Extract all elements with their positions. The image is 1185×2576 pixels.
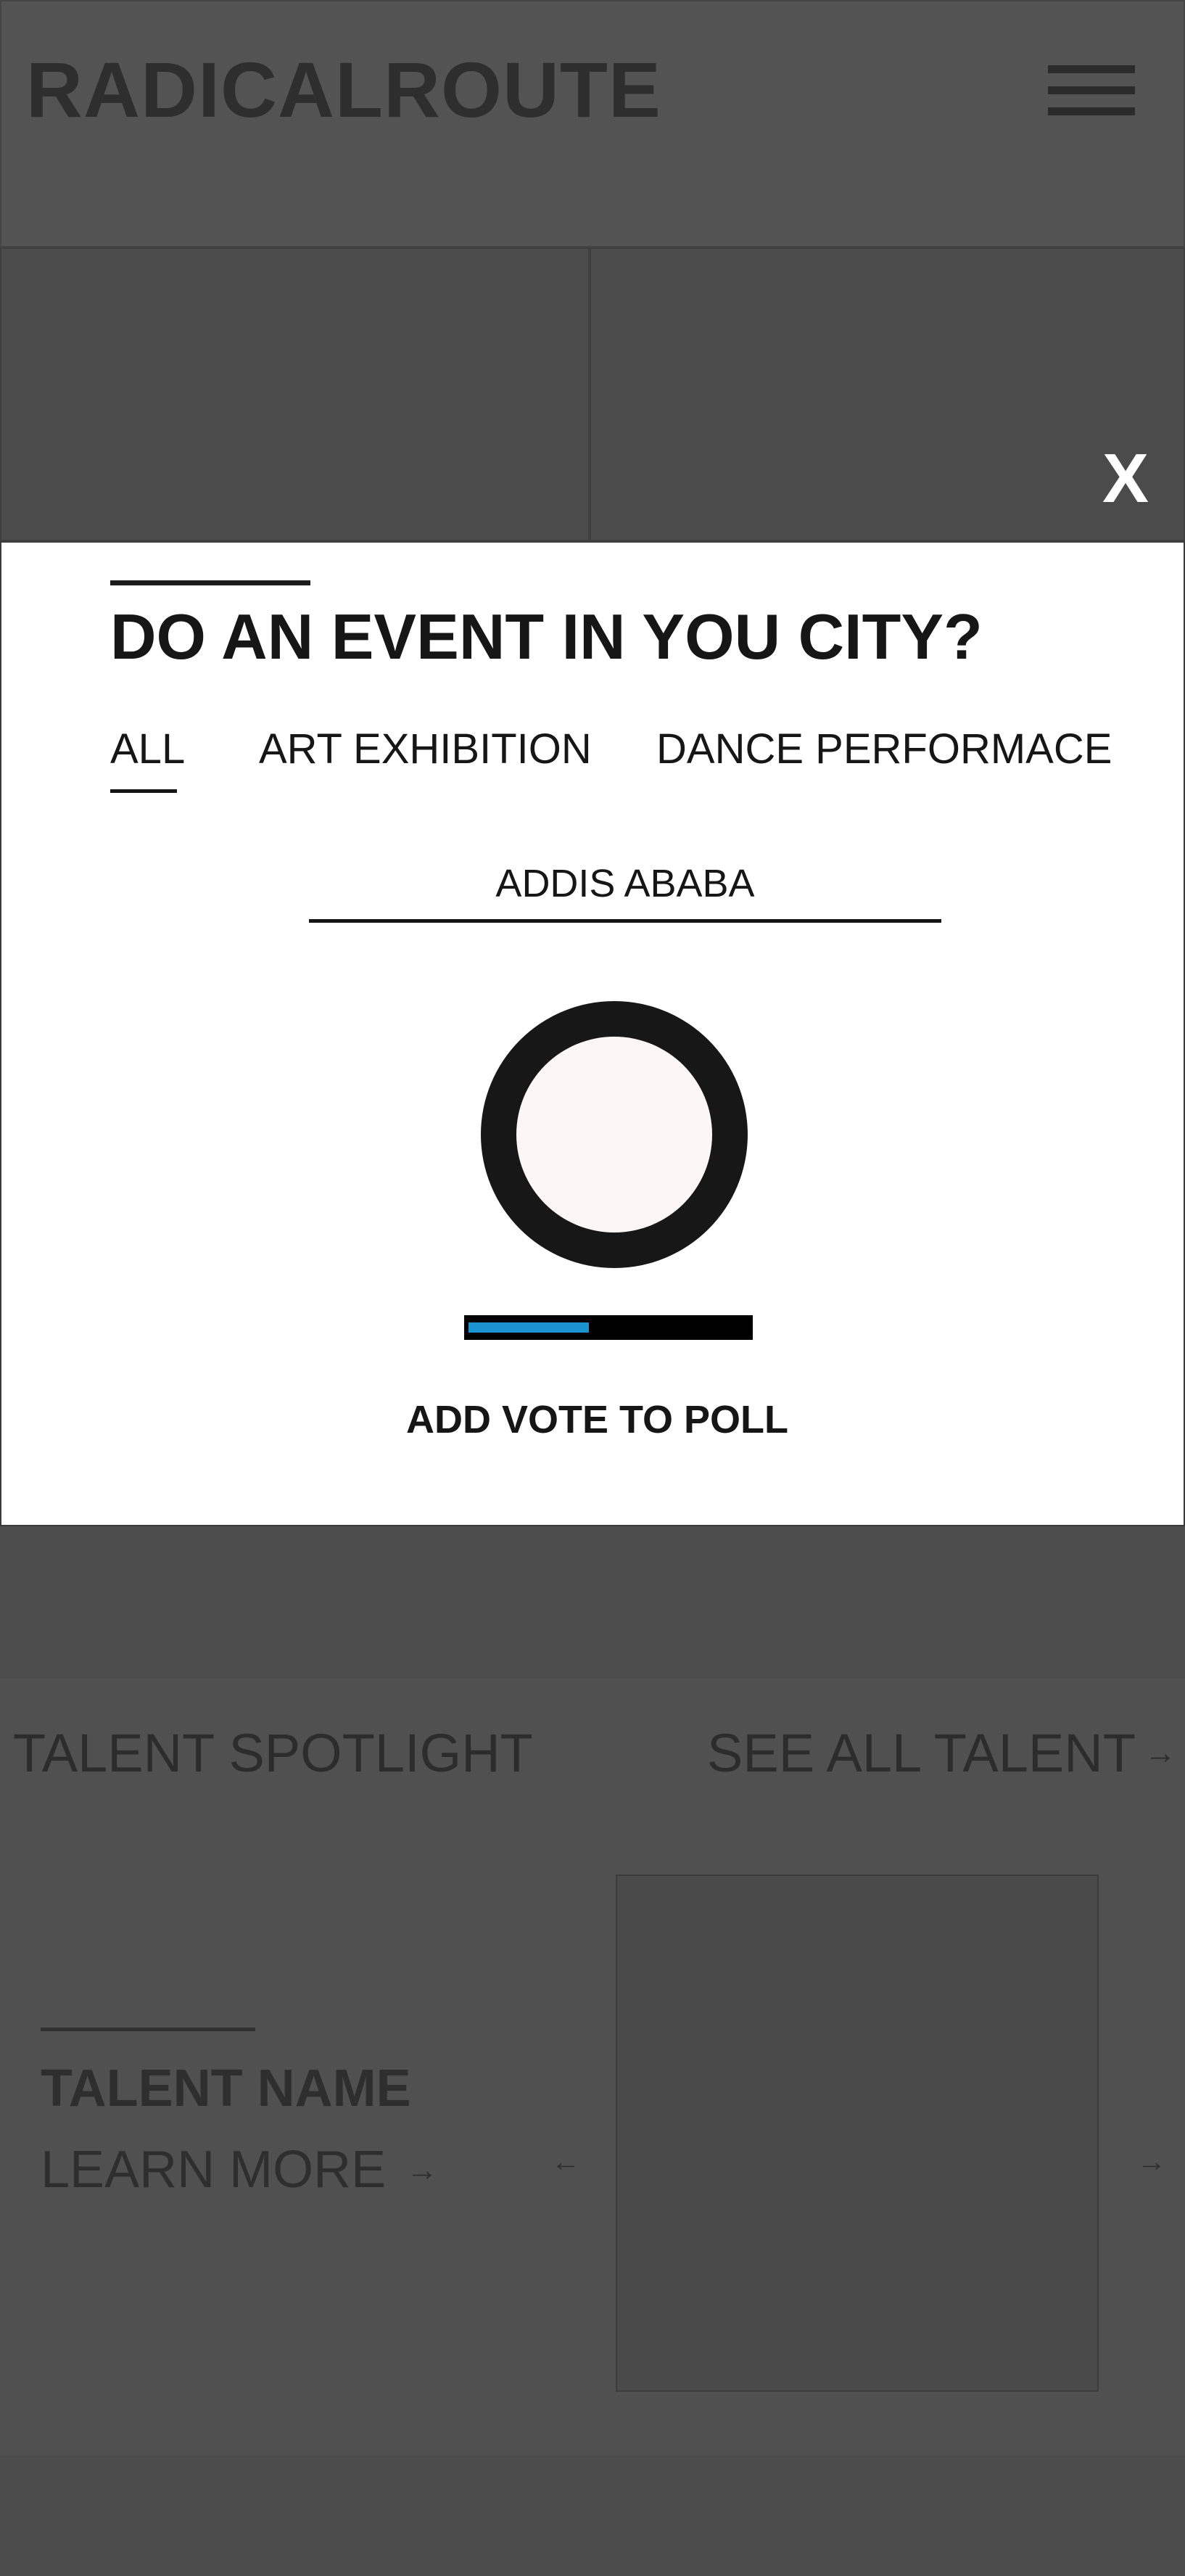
- poll-vote-circle-inner: [516, 1037, 712, 1233]
- talent-image-placeholder: [616, 1875, 1099, 2392]
- site-logo[interactable]: RADICALROUTE: [26, 51, 661, 129]
- active-tab-indicator: [110, 789, 177, 793]
- modal-title: DO AN EVENT IN YOU CITY?: [110, 601, 983, 672]
- tab-all[interactable]: ALL: [110, 728, 185, 770]
- hamburger-menu-button[interactable]: [1048, 65, 1135, 116]
- talent-name: TALENT NAME: [41, 2059, 411, 2118]
- tab-dance-performance[interactable]: DANCE PERFORMACE: [656, 728, 1112, 770]
- hamburger-icon: [1048, 65, 1135, 73]
- city-input[interactable]: ADDIS ABABA: [309, 860, 941, 923]
- section-divider-band: [0, 1526, 1185, 1679]
- hero-panel-right: [590, 247, 1185, 541]
- poll-vote-circle[interactable]: [481, 1001, 748, 1268]
- footer-band: [0, 2456, 1185, 2576]
- carousel-prev-icon[interactable]: ←: [551, 2147, 580, 2176]
- hamburger-icon-bar: [1048, 86, 1135, 94]
- poll-progress-fill: [468, 1322, 589, 1333]
- hero-panel-left: [0, 247, 590, 541]
- arrow-right-icon: →: [406, 2152, 438, 2188]
- arrow-right-icon: →: [1144, 1735, 1176, 1771]
- add-vote-button[interactable]: ADD VOTE TO POLL: [406, 1400, 788, 1439]
- city-input-value: ADDIS ABABA: [495, 862, 755, 905]
- learn-more-link[interactable]: LEARN MORE: [41, 2144, 386, 2196]
- talent-spotlight-heading: TALENT SPOTLIGHT: [13, 1723, 533, 1783]
- title-accent-line: [110, 580, 310, 585]
- see-all-talent-link[interactable]: SEE ALL TALENT: [707, 1727, 1136, 1780]
- carousel-next-icon[interactable]: →: [1137, 2147, 1166, 2176]
- tab-art-exhibition[interactable]: ART EXHIBITION: [259, 728, 592, 770]
- hamburger-icon-bar: [1048, 107, 1135, 115]
- modal-close-button[interactable]: X: [1102, 444, 1149, 514]
- poll-progress-bar: [464, 1315, 753, 1340]
- talent-accent-line: [41, 2028, 255, 2031]
